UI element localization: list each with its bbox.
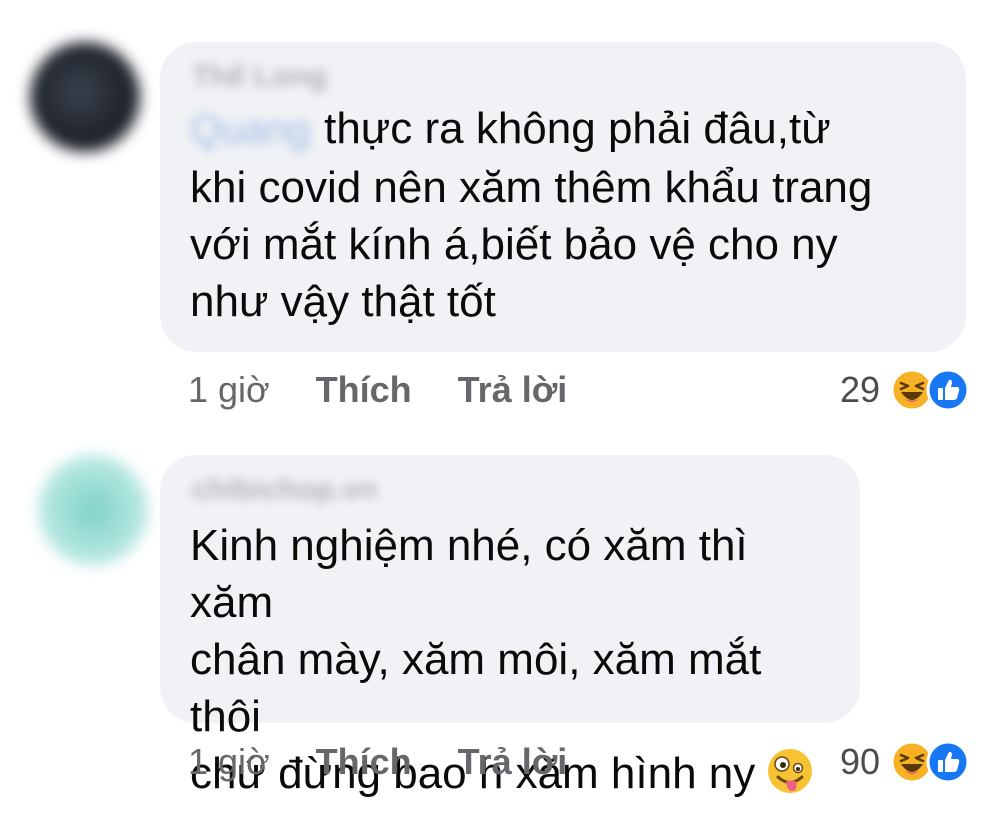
commenter-avatar[interactable] <box>38 455 148 565</box>
reaction-count: 29 <box>839 369 880 410</box>
comment-author-name[interactable]: Thế Long <box>192 60 327 94</box>
reaction-summary[interactable]: 29 <box>840 368 970 412</box>
reaction-summary[interactable]: 90 <box>840 740 970 784</box>
comment-timestamp[interactable]: 1 giờ <box>188 740 270 784</box>
comment-bubble: chibichop.vn Kinh nghiệm nhé, có xăm thì… <box>160 455 860 798</box>
zany-face-icon <box>768 749 813 793</box>
comment-text: Quang thực ra không phải đâu,từ khi covid… <box>190 100 936 330</box>
comment-actions: 1 giờ Thích Trả lời <box>188 368 567 412</box>
reaction-count: 90 <box>839 741 880 782</box>
comment-timestamp[interactable]: 1 giờ <box>188 368 270 412</box>
reply-button[interactable]: Trả lời <box>458 740 568 784</box>
reply-button[interactable]: Trả lời <box>458 368 568 412</box>
like-icon <box>926 368 970 412</box>
like-icon <box>926 740 970 784</box>
like-button[interactable]: Thích <box>316 740 412 784</box>
comment-actions: 1 giờ Thích Trả lời <box>188 740 567 784</box>
commenter-avatar[interactable] <box>30 42 140 152</box>
comment-bubble: Thế Long Quang thực ra không phải đâu,từ … <box>160 42 966 352</box>
comment-author-name[interactable]: chibichop.vn <box>192 473 377 507</box>
mention-tag[interactable]: Quang <box>190 102 310 159</box>
like-button[interactable]: Thích <box>316 368 412 412</box>
